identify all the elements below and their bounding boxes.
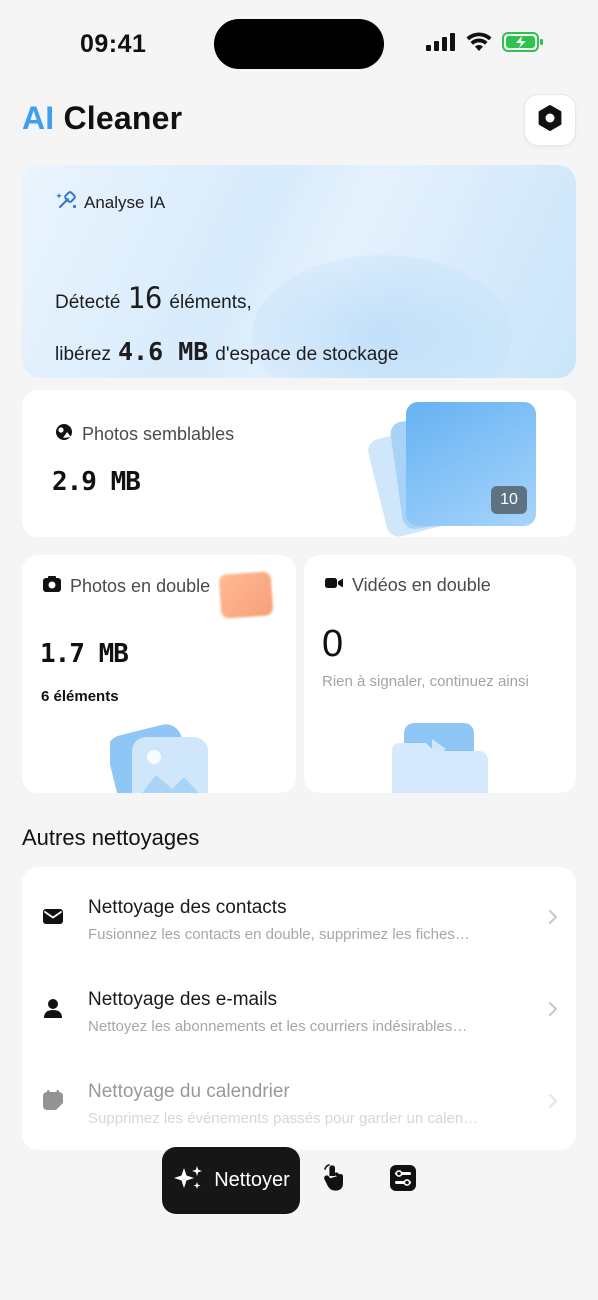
- list-item-contacts[interactable]: Nettoyage des contacts Fusionnez les con…: [22, 867, 576, 959]
- other-cleanings-list: Nettoyage des contacts Fusionnez les con…: [22, 867, 576, 1150]
- duplicate-photos-size: 1.7 MB: [40, 639, 129, 669]
- detected-suffix: éléments,: [169, 292, 252, 313]
- mail-icon: [42, 905, 64, 927]
- similar-photos-icon: [54, 422, 74, 447]
- duplicate-photos-header: Photos en double: [42, 575, 210, 598]
- similar-photos-header: Photos semblables: [54, 422, 234, 447]
- settings-button[interactable]: [524, 94, 576, 146]
- video-folder-illustration-icon: [390, 721, 490, 793]
- duplicate-videos-note: Rien à signaler, continuez ainsi: [322, 673, 529, 690]
- list-item-emails[interactable]: Nettoyage des e-mails Nettoyez les abonn…: [22, 959, 576, 1051]
- duplicate-photos-count: 6 éléments: [41, 688, 119, 705]
- hand-tap-icon: [322, 1164, 348, 1197]
- toolbox-tab-button[interactable]: [370, 1147, 436, 1214]
- app-title-ai: AI: [22, 100, 55, 136]
- chevron-right-icon: [548, 909, 558, 930]
- free-prefix: libérez: [55, 344, 111, 365]
- wifi-icon: [466, 32, 492, 57]
- duplicate-videos-header: Vidéos en double: [324, 575, 491, 596]
- duplicate-photos-label: Photos en double: [70, 576, 211, 596]
- detected-prefix: Détecté: [55, 292, 121, 313]
- ai-scan-icon: [56, 189, 78, 216]
- status-time: 09:41: [80, 30, 147, 58]
- duplicate-videos-card[interactable]: Vidéos en double 0 Rien à signaler, cont…: [304, 555, 576, 793]
- list-item-subtitle: Fusionnez les contacts en double, suppri…: [88, 926, 470, 943]
- others-section-title: Autres nettoyages: [22, 825, 200, 850]
- sparkles-icon: [172, 1164, 204, 1198]
- list-item-title: Nettoyage du calendrier: [88, 1081, 290, 1102]
- clean-tab-button[interactable]: Nettoyer: [162, 1147, 300, 1214]
- detected-line: Détecté 16 éléments,: [55, 281, 252, 315]
- clean-tab-label: Nettoyer: [214, 1169, 290, 1191]
- chevron-right-icon: [548, 1001, 558, 1022]
- detected-count: 16: [127, 281, 163, 315]
- duplicate-videos-count: 0: [322, 623, 344, 665]
- tap-tab-button[interactable]: [302, 1147, 368, 1214]
- similar-photos-label: Photos semblables: [82, 424, 235, 444]
- list-item-subtitle: Nettoyez les abonnements et les courrier…: [88, 1018, 468, 1035]
- similar-photos-card[interactable]: Photos semblables 2.9 MB 10: [22, 390, 576, 537]
- list-item-title: Nettoyage des contacts: [88, 897, 287, 918]
- signal-icon: [426, 33, 456, 56]
- app-title-rest: Cleaner: [54, 100, 183, 136]
- list-item-subtitle: Supprimez les événements passés pour gar…: [88, 1110, 479, 1127]
- free-suffix: d'espace de stockage: [215, 344, 399, 365]
- status-bar: 09:41: [0, 0, 598, 90]
- analyse-ia-card[interactable]: Analyse IA Détecté 16 éléments, libérez …: [22, 165, 576, 378]
- similar-count-badge: 10: [491, 486, 527, 514]
- similar-photos-stack: 10: [365, 396, 550, 537]
- duplicate-videos-label: Vidéos en double: [352, 575, 491, 595]
- video-camera-icon: [324, 575, 344, 596]
- app-title: AI Cleaner: [22, 100, 182, 137]
- list-item-calendar[interactable]: Nettoyage du calendrier Supprimez les év…: [22, 1051, 576, 1143]
- analyse-ia-label: Analyse IA: [84, 192, 166, 212]
- similar-photos-size: 2.9 MB: [52, 467, 141, 497]
- bottom-navigation: Nettoyer: [162, 1147, 438, 1214]
- person-icon: [42, 997, 64, 1019]
- list-item-title: Nettoyage des e-mails: [88, 989, 278, 1010]
- chevron-right-icon: [548, 1093, 558, 1114]
- dynamic-island: [214, 19, 384, 69]
- free-space-line: libérez 4.6 MB d'espace de stockage: [55, 337, 399, 366]
- duplicate-photo-thumbnail: [218, 571, 274, 619]
- analyse-ia-header: Analyse IA: [56, 189, 165, 216]
- calendar-icon: [42, 1089, 64, 1111]
- duplicate-photos-card[interactable]: Photos en double 1.7 MB 6 éléments: [22, 555, 296, 793]
- photo-illustration-icon: [107, 723, 210, 793]
- camera-icon: [42, 575, 62, 598]
- gear-icon: [536, 104, 564, 137]
- toolbox-icon: [389, 1164, 417, 1197]
- free-size: 4.6 MB: [117, 337, 209, 366]
- battery-icon: [502, 32, 544, 57]
- status-icons: [426, 32, 544, 57]
